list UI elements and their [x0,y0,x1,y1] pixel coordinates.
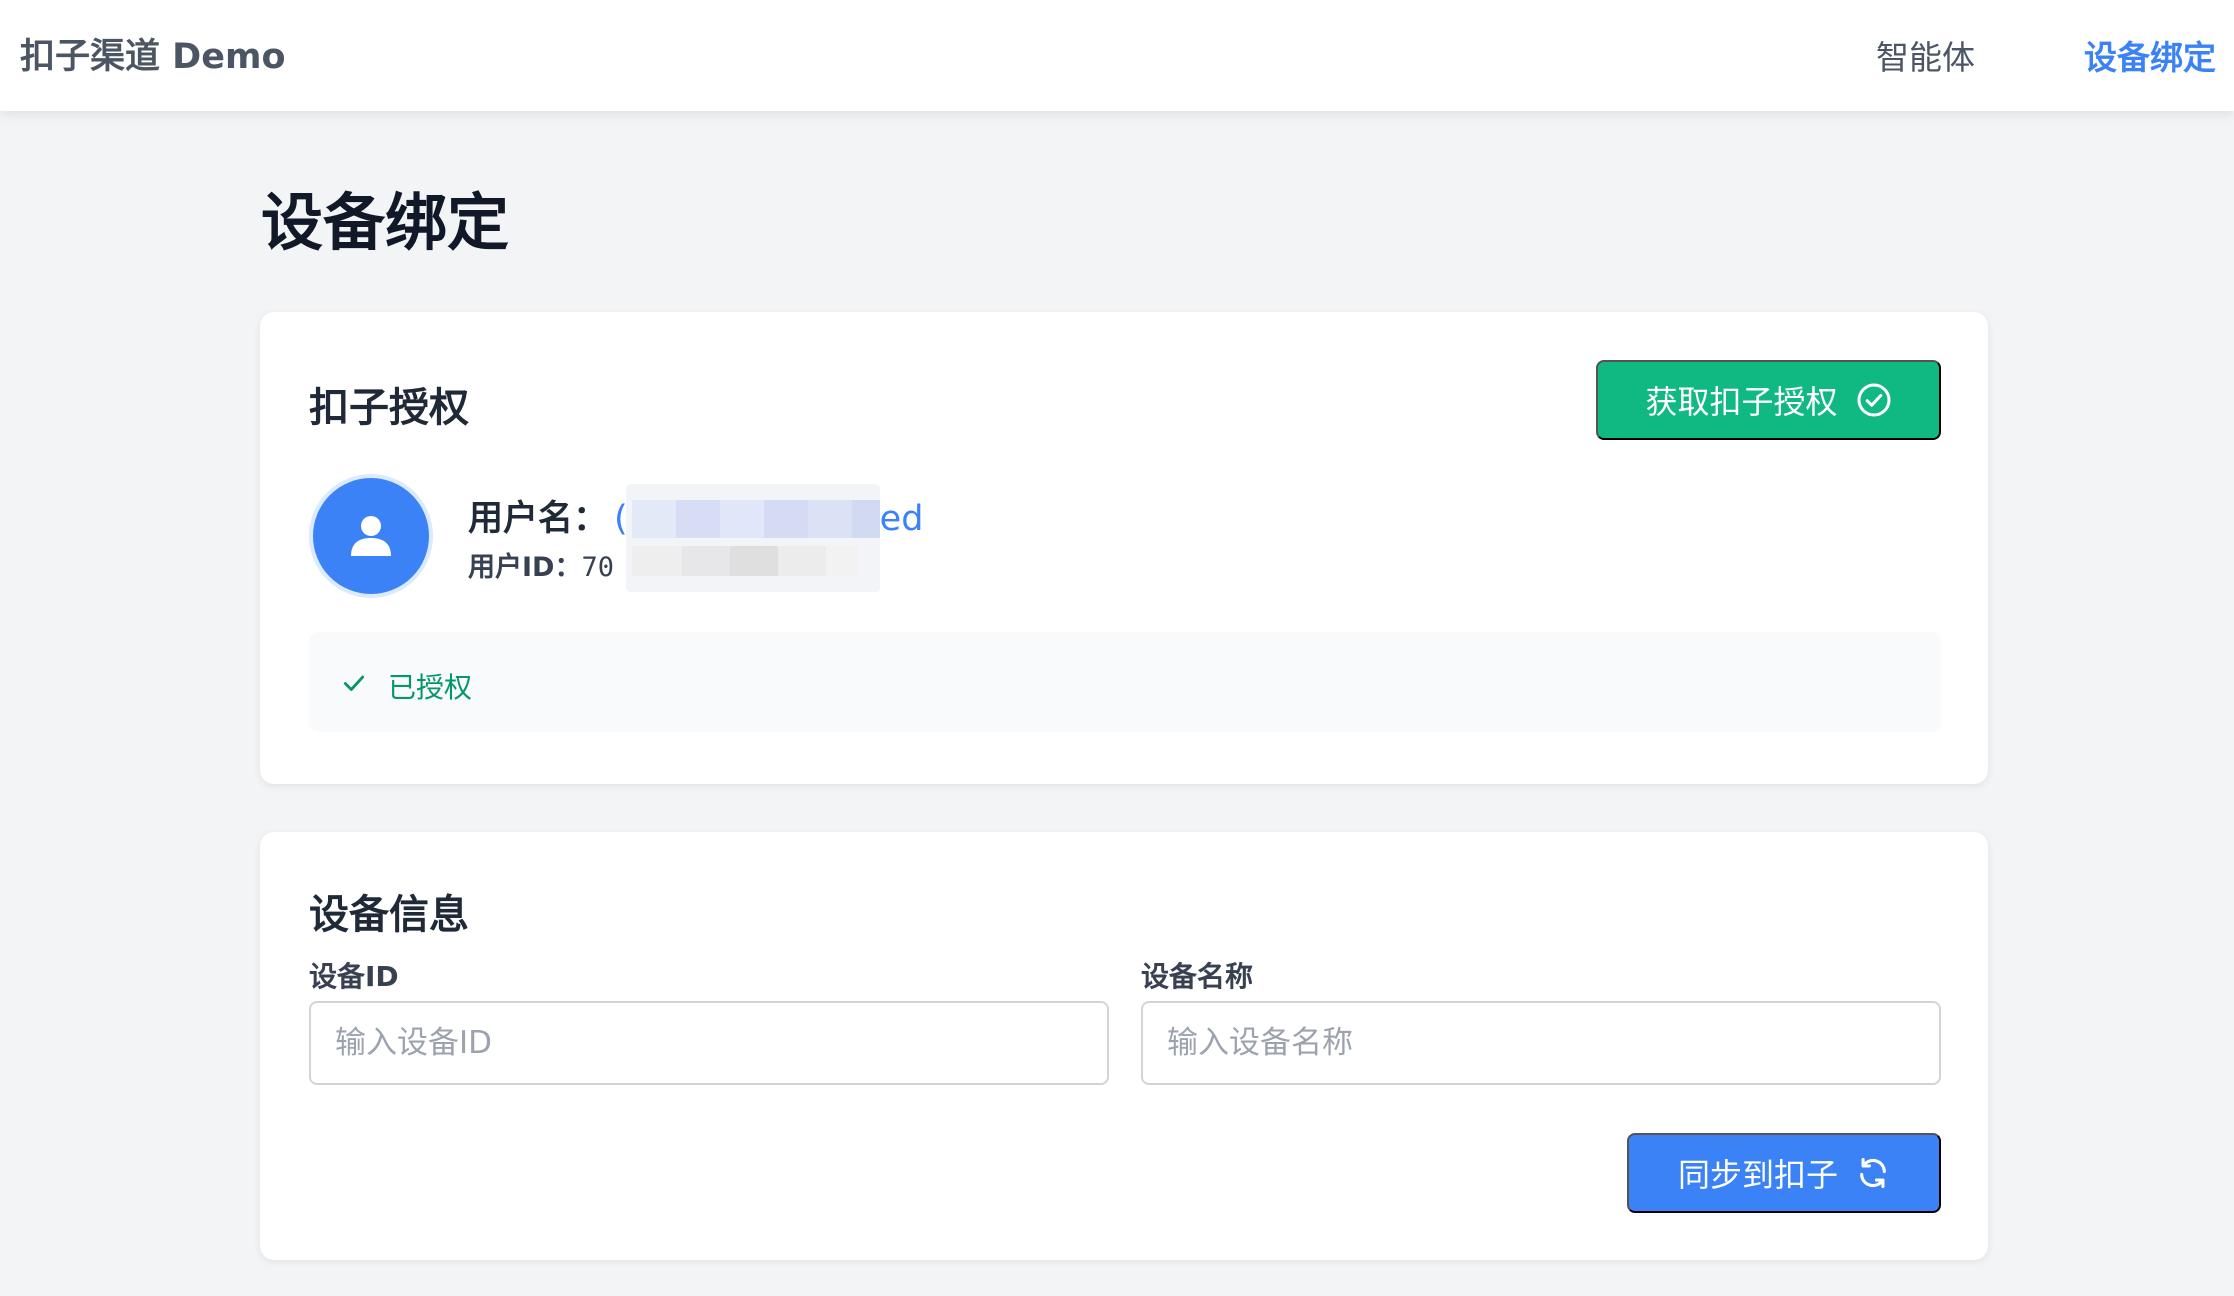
device-info-card: 设备信息 设备ID 设备名称 同步到扣子 [260,832,1988,1260]
auth-card-heading: 扣子授权 [309,385,469,431]
coze-auth-card: 扣子授权 获取扣子授权 用户名： ( ed 用户ID： 70 已授权 [260,312,1988,784]
user-name-label: 用户名： [468,499,609,539]
check-circle-icon [1857,383,1890,417]
avatar [309,474,433,598]
user-id-label: 用户ID： [468,552,582,583]
nav-item-agents[interactable]: 智能体 [1876,31,1975,79]
redacted-user-info [626,484,880,592]
sync-to-coze-button-label: 同步到扣子 [1677,1157,1838,1193]
user-id-row: 用户ID： 70 [468,545,614,584]
device-name-label: 设备名称 [1141,960,1254,993]
check-icon [343,675,365,691]
nav-item-device-binding[interactable]: 设备绑定 [2084,31,2216,79]
auth-status-text: 已授权 [388,671,473,704]
app-brand[interactable]: 扣子渠道 Demo [20,28,286,79]
user-icon [351,516,391,556]
top-navbar: 扣子渠道 Demo 智能体 设备绑定 [0,0,2234,111]
get-coze-auth-button[interactable]: 获取扣子授权 [1596,360,1941,440]
get-coze-auth-button-label: 获取扣子授权 [1645,384,1838,420]
sync-to-coze-button[interactable]: 同步到扣子 [1627,1133,1941,1213]
device-id-input[interactable] [309,1001,1109,1085]
user-id-value: 70 [581,552,614,583]
device-card-heading: 设备信息 [309,892,469,938]
user-name-value-end: ed [879,499,924,539]
device-name-input[interactable] [1141,1001,1941,1085]
refresh-icon [1860,1157,1886,1189]
device-id-label: 设备ID [309,960,399,993]
auth-status-box: 已授权 [309,632,1941,732]
page-title: 设备绑定 [261,186,510,259]
